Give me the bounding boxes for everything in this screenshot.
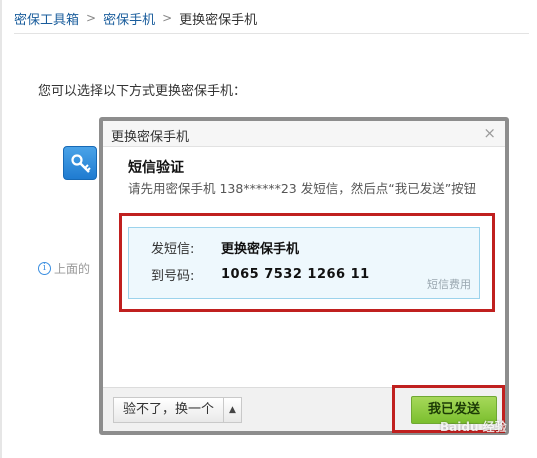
breadcrumb-item-phone[interactable]: 密保手机 <box>103 9 155 28</box>
sms-content-value: 更换密保手机 <box>221 242 300 257</box>
chevron-up-icon[interactable]: ▲ <box>224 397 243 423</box>
sms-verify-heading: 短信验证 <box>128 160 184 176</box>
info-text: 上面的 <box>54 262 91 276</box>
switch-method-button[interactable]: 验不了，换一个 <box>113 397 225 423</box>
divider <box>14 33 529 34</box>
change-phone-dialog: 更换密保手机 × 短信验证 请先用密保手机 138******23 发短信，然后… <box>99 117 509 435</box>
breadcrumb-separator: > <box>162 11 173 25</box>
sms-fee-link[interactable]: 短信费用 <box>427 276 471 292</box>
breadcrumb-separator: > <box>86 11 97 25</box>
sent-button[interactable]: 我已发送 <box>411 396 497 424</box>
dialog-title-bar: 更换密保手机 × <box>103 121 505 147</box>
breadcrumb-item-toolbox[interactable]: 密保工具箱 <box>14 9 79 28</box>
info-icon: i <box>38 262 51 275</box>
sms-number-label: 到号码: <box>151 269 195 284</box>
page: 密保工具箱 > 密保手机 > 更换密保手机 您可以选择以下方式更换密保手机： i… <box>0 0 537 458</box>
sms-content-label: 发短信: <box>151 242 195 257</box>
switch-method-group: 验不了，换一个 ▲ <box>113 397 243 423</box>
sms-number-row: 到号码: 1065 7532 1266 11 <box>151 265 370 284</box>
info-note: i 上面的 <box>38 260 90 277</box>
intro-text: 您可以选择以下方式更换密保手机： <box>38 84 247 99</box>
key-icon[interactable] <box>63 146 97 180</box>
sms-instructions: 请先用密保手机 138******23 发短信，然后点“我已发送”按钮 <box>128 181 477 196</box>
sms-details-box: 发短信: 更换密保手机 到号码: 1065 7532 1266 11 短信费用 <box>128 227 480 299</box>
breadcrumb: 密保工具箱 > 密保手机 > 更换密保手机 <box>14 9 258 28</box>
sms-number-value: 1065 7532 1266 11 <box>221 267 370 282</box>
sms-content-row: 发短信: 更换密保手机 <box>151 238 299 257</box>
dialog-footer: 验不了，换一个 ▲ 我已发送 <box>103 387 505 431</box>
dialog-title: 更换密保手机 <box>111 130 190 145</box>
breadcrumb-item-current: 更换密保手机 <box>179 12 258 28</box>
left-border <box>0 0 2 458</box>
close-icon[interactable]: × <box>483 125 496 141</box>
